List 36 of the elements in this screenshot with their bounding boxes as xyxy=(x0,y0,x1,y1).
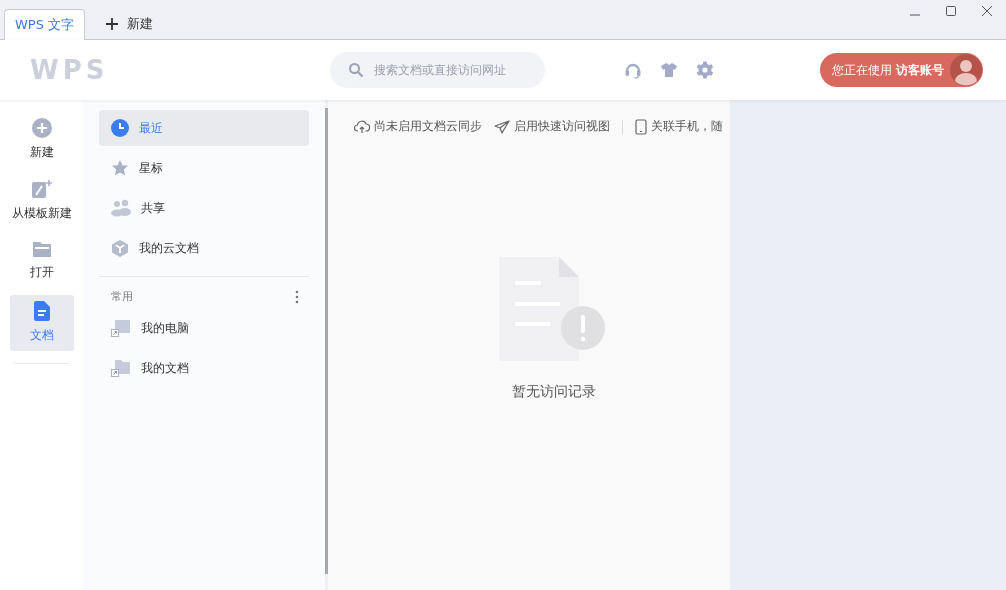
sidebar-item[interactable]: 新建 xyxy=(9,114,74,167)
avatar-icon xyxy=(950,54,982,86)
nav-item[interactable]: 我的云文档 xyxy=(99,230,309,266)
star-icon xyxy=(111,159,129,177)
sidebar-item[interactable]: 从模板新建 xyxy=(9,175,74,228)
shortcut-item[interactable]: 我的电脑 xyxy=(99,310,309,346)
paper-plane-icon xyxy=(494,119,510,134)
shirt-icon[interactable] xyxy=(659,60,679,80)
computer-shortcut-icon xyxy=(111,319,131,337)
document-tab[interactable]: WPS 文字 xyxy=(4,9,86,40)
maximize-icon[interactable] xyxy=(944,4,958,18)
folder-icon xyxy=(31,240,52,258)
nav-item[interactable]: 星标 xyxy=(99,150,309,186)
toolbar-link[interactable]: 尚未启用文档云同步 xyxy=(354,118,482,135)
cloud-icon xyxy=(354,119,370,134)
shortcut-item[interactable]: 我的文档 xyxy=(99,350,309,386)
people-icon xyxy=(111,199,131,217)
plus-icon xyxy=(105,17,120,31)
settings-icon[interactable] xyxy=(695,60,715,80)
folder-shortcut-icon xyxy=(111,359,131,377)
clock-icon xyxy=(111,119,129,137)
toolbar-link[interactable]: 启用快速访问视图 xyxy=(494,118,610,135)
cube-icon xyxy=(111,239,129,257)
toolbar-link[interactable]: 关联手机，随 xyxy=(635,118,723,135)
sidebar-item[interactable]: 打开 xyxy=(9,236,74,287)
document-icon xyxy=(33,300,50,321)
empty-state-message: 暂无访问记录 xyxy=(512,383,596,401)
more-icon[interactable] xyxy=(295,289,299,304)
phone-icon xyxy=(635,118,647,135)
template-icon xyxy=(30,179,53,199)
search-field[interactable]: 搜索文档或直接访问网址 xyxy=(330,52,545,88)
nav-item[interactable]: 共享 xyxy=(99,190,309,226)
close-icon[interactable] xyxy=(980,4,994,18)
plus-circle-icon xyxy=(31,118,52,138)
new-tab-button[interactable]: 新建 xyxy=(85,9,166,39)
section-title: 常用 xyxy=(111,289,133,304)
